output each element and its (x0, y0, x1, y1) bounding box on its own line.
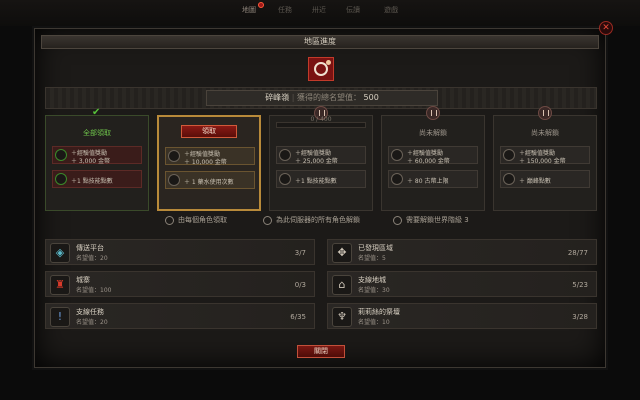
legend-world-tier: 需要解鎖世界階級 3 (393, 215, 469, 225)
tab-game[interactable]: 遊戲 (384, 5, 398, 15)
stat-waypoints[interactable]: ◈ 傳送平台 名望值：20 3/7 (45, 239, 315, 265)
tier-title: 尚未解鎖 (531, 129, 559, 137)
reward-tiers: ✔ 全部領取 ＋經驗值獎勵 ＋ 3,000 金幣 ＋1 點技能點數 領取 ＋經驗… (45, 106, 597, 225)
all-characters-icon (279, 173, 291, 185)
stat-side-quests[interactable]: ! 支線任務 名望值：20 6/35 (45, 303, 315, 329)
all-characters-icon (55, 173, 67, 185)
world-tier-icon (426, 106, 440, 120)
close-button[interactable]: 關閉 (297, 345, 345, 358)
notification-dot-icon (258, 2, 264, 8)
region-summary: 碎峰嶺 | 獲得的總名望值： 500 (206, 90, 438, 106)
legend-per-character: 由每個角色領取 (165, 215, 227, 225)
region-emblem-icon (308, 57, 334, 81)
reward-tier-5: 尚未解鎖 ＋經驗值獎勵 ＋ 150,000 金幣 ＋ 巔峰點數 (493, 106, 597, 211)
total-rep-value: 500 (363, 93, 379, 102)
stronghold-icon: ♜ (50, 275, 70, 295)
region-name: 碎峰嶺 (265, 93, 290, 102)
reward-row: ＋經驗值獎勵 ＋ 25,000 金幣 (276, 146, 366, 165)
reward-tier-4: 尚未解鎖 ＋經驗值獎勵 ＋ 60,000 金幣 ＋ 80 古幣上限 (381, 106, 485, 211)
region-progress-window: ✕ 地區進度 碎峰嶺 | 獲得的總名望值： 500 ✔ 全部領取 ＋經驗值獎勵 … (34, 21, 613, 368)
reward-tier-2: 領取 ＋經驗值獎勵 ＋ 10,000 金幣 ＋ 1 藥水使用次數 (157, 115, 261, 211)
tier-title: 尚未解鎖 (419, 129, 447, 137)
reward-row: ＋ 巔峰點數 (500, 170, 590, 188)
reward-row: ＋1 點技能點數 (276, 170, 366, 188)
per-character-icon (168, 150, 180, 162)
tab-social[interactable]: 卅近 (312, 5, 326, 15)
progress-stats: ◈ 傳送平台 名望值：20 3/7 ✥ 已發現區域 名望值：5 28/77 ♜ … (45, 239, 597, 335)
tier-title: 全部領取 (83, 129, 111, 137)
stat-dungeons[interactable]: ⌂ 支線地城 名望值：30 5/23 (327, 271, 597, 297)
reward-row: ＋經驗值獎勵 ＋ 60,000 金幣 (388, 146, 478, 165)
altar-icon: ♆ (332, 307, 352, 327)
per-character-icon (165, 215, 174, 225)
window-title: 地區進度 (41, 35, 599, 49)
reward-row: ＋經驗值獎勵 ＋ 10,000 金幣 (165, 147, 255, 166)
tab-codex[interactable]: 伝讀 (346, 5, 360, 15)
per-character-icon (55, 149, 67, 161)
close-window-button[interactable]: ✕ (599, 21, 613, 35)
tab-map[interactable]: 地圖 (242, 5, 256, 15)
dungeon-icon: ⌂ (332, 275, 352, 295)
stat-strongholds[interactable]: ♜ 城寨 名望值：100 0/3 (45, 271, 315, 297)
checkmark-icon: ✔ (92, 107, 101, 118)
world-tier-icon (391, 149, 403, 161)
all-characters-icon (263, 215, 272, 225)
all-characters-icon (168, 174, 180, 186)
stat-areas[interactable]: ✥ 已發現區域 名望值：5 28/77 (327, 239, 597, 265)
claim-button[interactable]: 領取 (181, 125, 237, 138)
total-rep-label: 獲得的總名望值： (296, 93, 361, 102)
tier-progress-text: 0 / 400 (310, 116, 332, 123)
tab-quests[interactable]: 任務 (278, 5, 292, 15)
reward-row: ＋經驗值獎勵 ＋ 150,000 金幣 (500, 146, 590, 165)
compass-icon: ✥ (332, 243, 352, 263)
top-nav: 地圖 任務 卅近 伝讀 遊戲 (0, 0, 640, 26)
world-tier-icon (503, 173, 515, 185)
reward-row: ＋經驗值獎勵 ＋ 3,000 金幣 (52, 146, 142, 165)
reward-row: ＋ 1 藥水使用次數 (165, 171, 255, 189)
legend-all-characters: 為此伺服器的所有角色解鎖 (263, 215, 360, 225)
reward-tier-3: 0 / 400 ＋經驗值獎勵 ＋ 25,000 金幣 ＋1 點技能點數 (269, 106, 373, 211)
per-character-icon (279, 149, 291, 161)
reward-row: ＋1 點技能點數 (52, 170, 142, 188)
world-tier-icon (503, 149, 515, 161)
reward-tier-1: ✔ 全部領取 ＋經驗值獎勵 ＋ 3,000 金幣 ＋1 點技能點數 (45, 108, 149, 211)
quest-icon: ! (50, 307, 70, 327)
world-tier-icon (393, 215, 402, 225)
waypoint-icon: ◈ (50, 243, 70, 263)
stat-altars[interactable]: ♆ 莉莉絲的祭壇 名望值：10 3/28 (327, 303, 597, 329)
world-tier-icon (538, 106, 552, 120)
reward-row: ＋ 80 古幣上限 (388, 170, 478, 188)
world-tier-icon (391, 173, 403, 185)
